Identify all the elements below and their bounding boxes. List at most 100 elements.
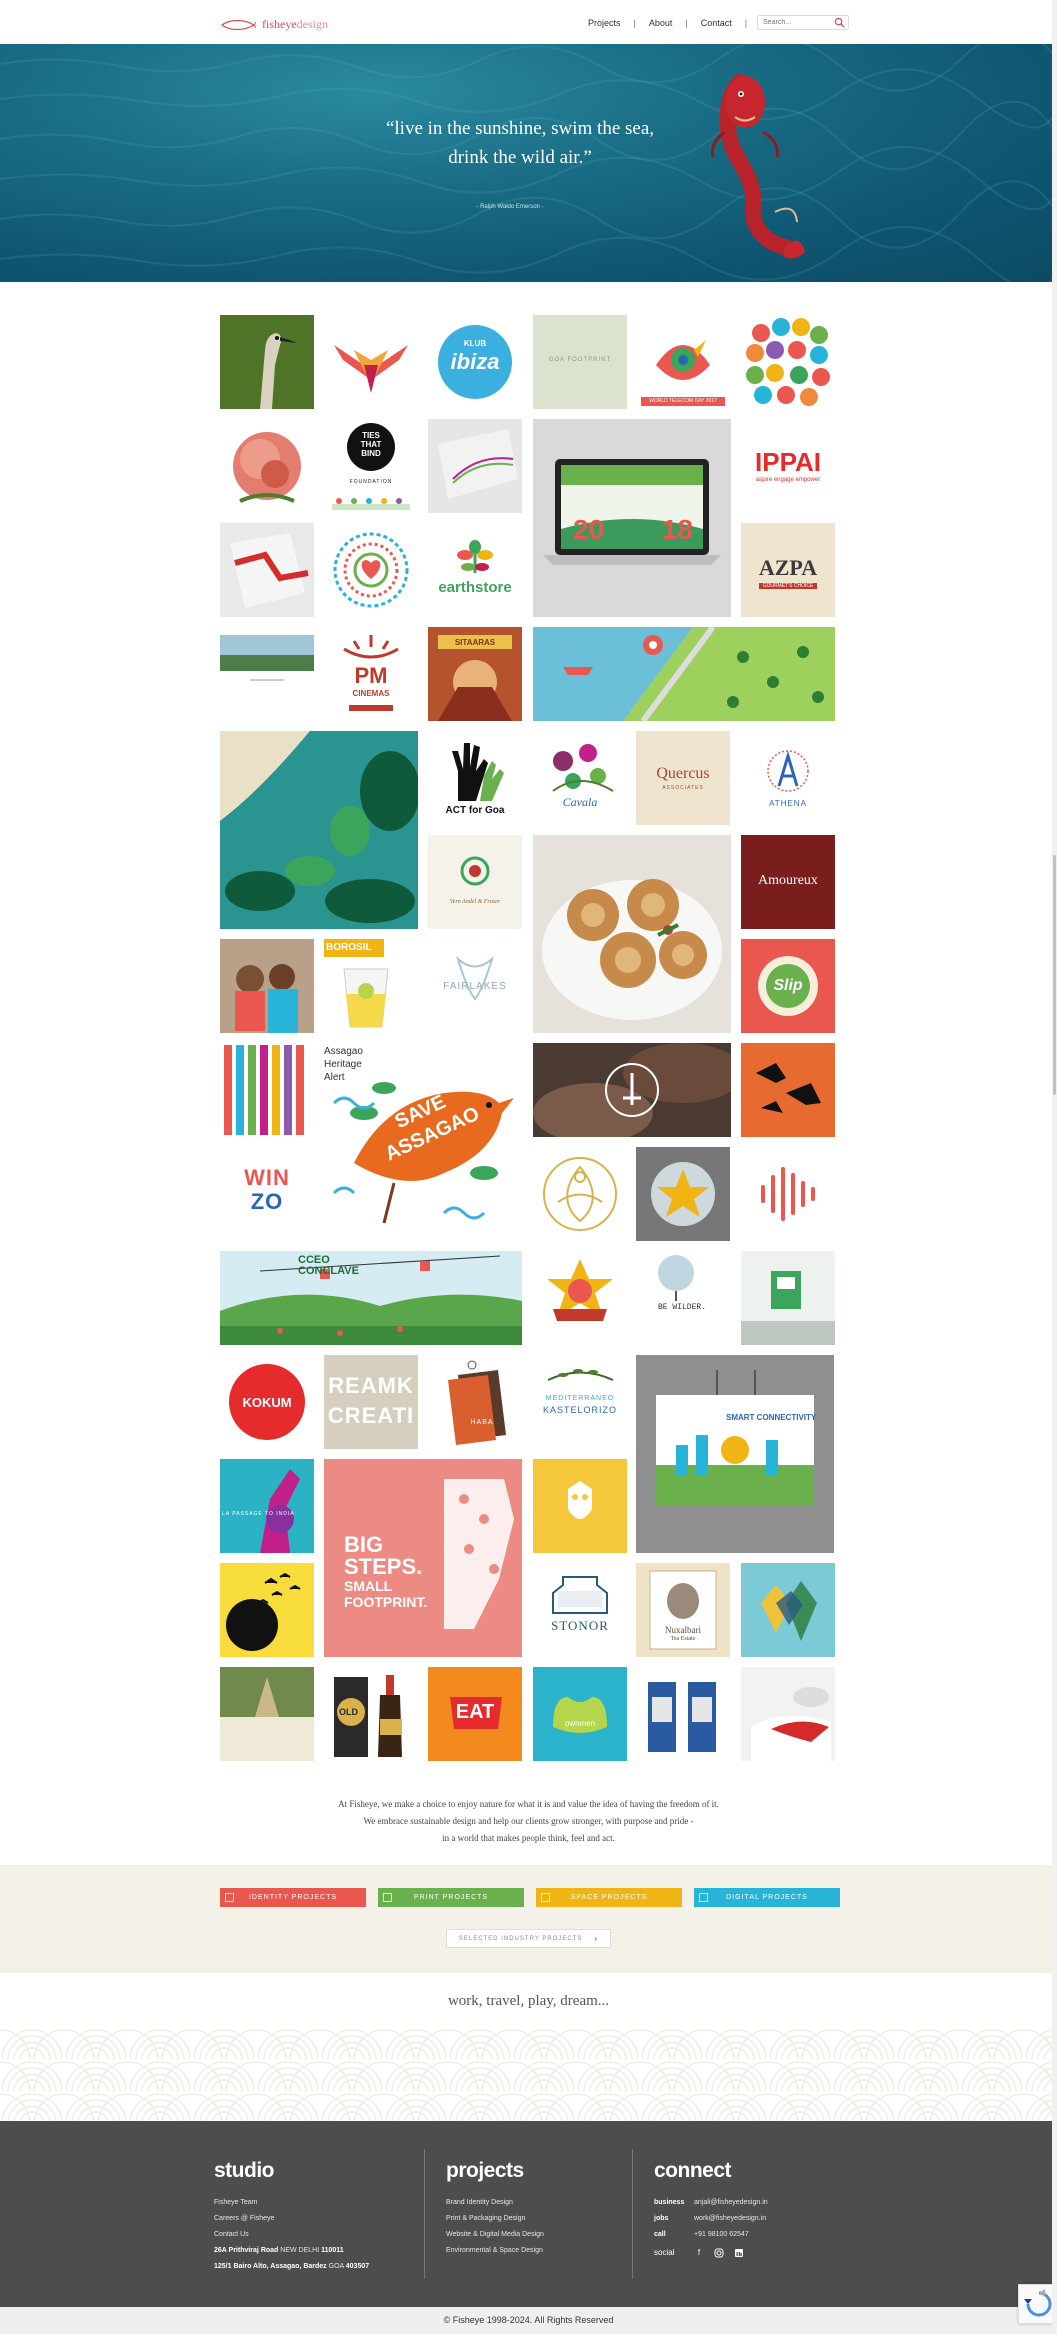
project-tile-stripes[interactable] [220, 1043, 314, 1137]
footer-link-brand[interactable]: Brand Identity Design [446, 2195, 544, 2211]
project-tile-crystals[interactable] [741, 1563, 835, 1657]
tile-label: AZPA [758, 555, 818, 580]
scrollbar-track[interactable] [1052, 0, 1057, 2334]
site-footer: studio Fisheye Team Careers @ Fisheye Co… [0, 2121, 1057, 2307]
scrollbar-thumb[interactable] [1053, 855, 1056, 1095]
project-tile-star-badge[interactable] [636, 1147, 730, 1241]
project-tile-athena[interactable]: ATHENA [741, 731, 835, 825]
facebook-icon[interactable]: f [694, 2248, 704, 2258]
project-tile-rooster-badge[interactable] [533, 1251, 627, 1345]
project-tile-red-paper[interactable] [741, 1667, 835, 1761]
project-tile-world-telecom[interactable]: WORLD TELECOM DAY 2017 [636, 315, 730, 409]
search-box [757, 15, 850, 30]
footer-link-space[interactable]: Environmental & Space Design [446, 2243, 544, 2259]
project-tile-azpa[interactable]: AZPA GOURMET'S CHOICE [741, 523, 835, 617]
nav-projects[interactable]: Projects [575, 18, 634, 28]
nav-contact[interactable]: Contact [688, 18, 745, 28]
project-tile-klub-ibiza[interactable]: KLUB ibiza [428, 315, 522, 409]
project-tile-cceo-conclave[interactable]: CCEO CONCLAVE [220, 1251, 522, 1345]
project-tile-birds-circle[interactable] [220, 1563, 314, 1657]
footer-link-team[interactable]: Fisheye Team [214, 2195, 369, 2211]
project-tile-save-assagao[interactable]: SAVE ASSAGAO [324, 1043, 522, 1241]
project-tile-cavala[interactable]: Cavala [533, 731, 627, 825]
project-tile-knot-logo[interactable] [533, 1147, 627, 1241]
project-tile-ownmen[interactable]: ownmen [533, 1667, 627, 1761]
project-tile-passage-to-india[interactable]: LA PASSAGE TO INDIA [220, 1459, 314, 1553]
project-tile-kokum[interactable]: KOKUM [220, 1355, 314, 1449]
project-tile-be-wilder[interactable]: BE WILDER. [636, 1251, 730, 1345]
project-tile-earthstore[interactable]: earthstore [428, 523, 522, 617]
project-tile-bird[interactable] [220, 315, 314, 409]
project-tile-pm-cinemas[interactable]: PM CINEMAS [324, 627, 418, 721]
footer-link-contact[interactable]: Contact Us [214, 2227, 369, 2243]
project-tile-yellow-face[interactable] [533, 1459, 627, 1553]
portfolio-grid: KLUB ibiza GOA FOOTPRINT WORLD TELECOM D… [220, 315, 837, 1769]
project-tile-nuxalbari[interactable]: Nuxalbari Tea Estate [636, 1563, 730, 1657]
tile-label: TIES THAT BIND [360, 431, 382, 458]
tile-label: REAMK [328, 1373, 414, 1398]
digital-projects-button[interactable]: DIGITAL PROJECTS [694, 1888, 840, 1907]
project-tile-smart-connectivity[interactable]: SMART CONNECTIVITY [636, 1355, 834, 1553]
project-tile-birds-flight[interactable] [741, 1043, 835, 1137]
project-tile-big-steps[interactable]: BIG STEPS. SMALL FOOTPRINT. [324, 1459, 522, 1657]
project-tile-fairlakes[interactable]: FAIRLAKES [428, 939, 522, 1033]
project-tile-forest-illustration[interactable] [220, 731, 418, 929]
search-icon[interactable] [834, 17, 845, 28]
motto-section: work, travel, play, dream... [0, 1973, 1057, 2121]
project-tile-tea-packs[interactable] [636, 1667, 730, 1761]
project-tile-stonor[interactable]: STONOR [533, 1563, 627, 1657]
project-tile-laptop-website[interactable]: 20 18 [533, 419, 731, 617]
project-tile-mediterraneo[interactable]: MEDITERRANEO KASTELORIZO [533, 1355, 627, 1449]
project-tile-old-monk[interactable]: OLD [324, 1667, 418, 1761]
project-tile-goa-map[interactable] [533, 627, 835, 721]
footer-link-print[interactable]: Print & Packaging Design [446, 2211, 544, 2227]
project-tile-slip[interactable]: Slip [741, 939, 835, 1033]
search-input[interactable] [763, 19, 834, 26]
project-tile-winzo[interactable]: WIN ZO [220, 1147, 314, 1241]
tile-label: Amoureux [758, 873, 818, 888]
selected-industry-projects-button[interactable]: SELECTED INDUSTRY PROJECTS › [446, 1929, 611, 1948]
project-tile-quercus[interactable]: Quercus ASSOCIATES [636, 731, 730, 825]
project-tile-goa-footprint[interactable]: GOA FOOTPRINT [533, 315, 627, 409]
project-tile-landscape-card[interactable] [220, 627, 314, 721]
motto-text: work, travel, play, dream... [447, 1993, 610, 2009]
identity-projects-button[interactable]: IDENTITY PROJECTS [220, 1888, 366, 1907]
tile-label: earthstore [438, 579, 512, 596]
project-tile-sound-wave[interactable] [741, 1147, 835, 1241]
project-tile-borosil[interactable]: BOROSIL [324, 939, 418, 1033]
project-tile-amoureux[interactable]: Amoureux [741, 835, 835, 929]
project-tile-act-for-goa[interactable]: ACT for Goa [428, 731, 522, 825]
project-tile-envelope[interactable] [428, 419, 522, 513]
print-projects-button[interactable]: PRINT PROJECTS [378, 1888, 524, 1907]
tile-label: ATHENA [769, 799, 807, 808]
project-tile-flower[interactable] [220, 419, 314, 513]
brand-logo[interactable]: fisheyedesign [220, 17, 328, 32]
project-tile-ippai[interactable]: IPPAI aspire engage empower [741, 419, 835, 513]
project-tile-children[interactable] [220, 939, 314, 1033]
project-tile-reamk-creati[interactable]: REAMK CREATI [324, 1355, 418, 1449]
project-tile-haba[interactable]: HABA [428, 1355, 522, 1449]
instagram-icon[interactable] [714, 2248, 724, 2258]
project-tile-mince-pies[interactable] [533, 835, 731, 1033]
project-tile-hands-logo[interactable] [533, 1043, 731, 1137]
project-tile-path-card[interactable] [220, 1667, 314, 1761]
project-tile-red-ribbon[interactable] [220, 523, 314, 617]
tile-label: SITAARAS [454, 638, 496, 647]
space-projects-button[interactable]: SPACE PROJECTS [536, 1888, 682, 1907]
project-tile-eat[interactable]: EAT [428, 1667, 522, 1761]
project-tile-office-wall[interactable] [741, 1251, 835, 1345]
linkedin-icon[interactable] [734, 2248, 744, 2258]
project-tile-ties-that-bind[interactable]: TIES THAT BIND FOUNDATION [324, 419, 418, 513]
project-tile-badges[interactable] [741, 315, 835, 409]
tile-label: BE WILDER. [658, 1303, 707, 1312]
project-tile-vern-andel[interactable]: Vern Andel & Fraser [428, 835, 522, 929]
project-tile-mandala[interactable] [324, 523, 418, 617]
footer-link-digital[interactable]: Website & Digital Media Design [446, 2227, 544, 2243]
project-tile-sitaaras[interactable]: SITAARAS [428, 627, 522, 721]
project-tile-eagle-logo[interactable] [324, 315, 418, 409]
tagline-line: We embrace sustainable design and help o… [363, 1816, 694, 1826]
tile-label: Slip [773, 977, 803, 994]
hero-quote: “live in the sunshine, swim the sea, dri… [330, 114, 710, 172]
footer-link-careers[interactable]: Careers @ Fisheye [214, 2211, 369, 2227]
nav-about[interactable]: About [636, 18, 686, 28]
